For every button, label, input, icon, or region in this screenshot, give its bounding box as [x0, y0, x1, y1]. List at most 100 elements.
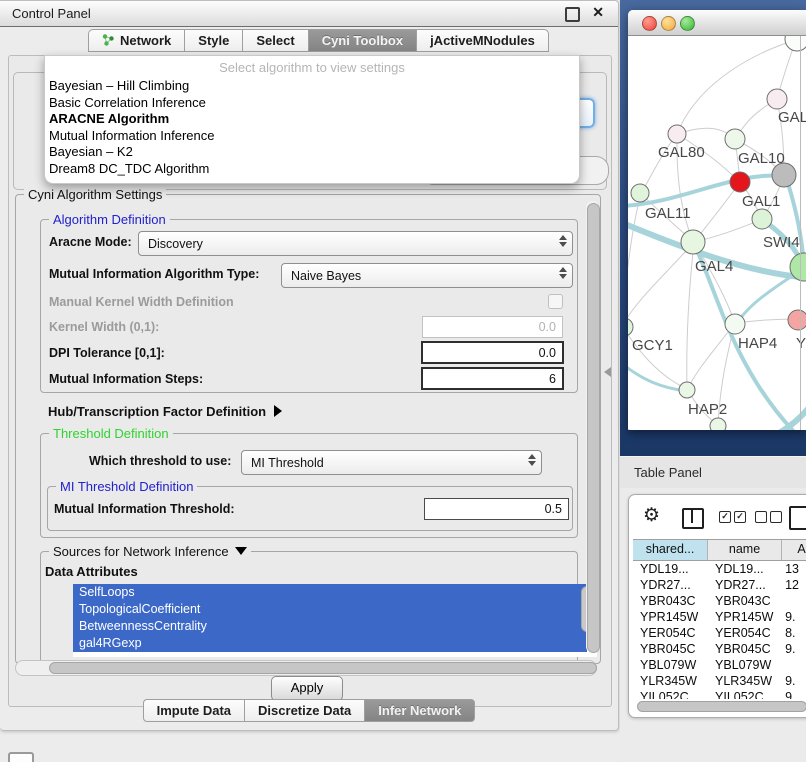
- bottom-tab-infer-network[interactable]: Infer Network: [364, 699, 475, 722]
- tab-cyni-toolbox[interactable]: Cyni Toolbox: [308, 29, 416, 52]
- table-row[interactable]: YDR27...YDR27...12: [633, 577, 806, 593]
- node-top[interactable]: [785, 36, 806, 51]
- node-bottom[interactable]: [710, 418, 726, 430]
- node-gal10[interactable]: [725, 129, 745, 149]
- algorithm-option[interactable]: Dream8 DC_TDC Algorithm: [49, 161, 569, 178]
- node-hap4[interactable]: [725, 314, 745, 334]
- network-edge[interactable]: [628, 326, 687, 389]
- table-row[interactable]: YBL079WYBL079W: [633, 657, 806, 673]
- table-cell[interactable]: 9.: [782, 609, 806, 625]
- network-edge[interactable]: [628, 362, 686, 391]
- bottom-tab-impute-data[interactable]: Impute Data: [143, 699, 244, 722]
- network-edge[interactable]: [687, 242, 694, 389]
- deselect-all-icon[interactable]: [755, 511, 782, 523]
- aracne-mode-select[interactable]: Discovery: [138, 231, 573, 256]
- table-row[interactable]: YDL19...YDL19...13: [633, 561, 806, 577]
- kernel-width-field[interactable]: 0.0: [422, 316, 563, 338]
- column-header[interactable]: A: [782, 540, 806, 560]
- network-window-titlebar[interactable]: [628, 10, 806, 36]
- tab-select[interactable]: Select: [242, 29, 307, 52]
- mi-steps-field[interactable]: 6: [421, 367, 564, 390]
- table-cell[interactable]: [782, 593, 806, 609]
- table-cell[interactable]: YDL19...: [633, 561, 708, 577]
- close-traffic-icon[interactable]: [642, 16, 657, 31]
- control-panel-titlebar[interactable]: Control Panel ✕: [0, 1, 618, 27]
- table-cell[interactable]: YIL052C: [708, 689, 782, 699]
- table-cell[interactable]: 8.: [782, 625, 806, 641]
- attribute-item[interactable]: SelfLoops: [73, 584, 587, 601]
- sources-legend[interactable]: Sources for Network Inference: [49, 544, 251, 559]
- table-cell[interactable]: YBR045C: [633, 641, 708, 657]
- tab-jactivemnodules[interactable]: jActiveMNodules: [416, 29, 549, 52]
- bottom-tab-discretize-data[interactable]: Discretize Data: [244, 699, 364, 722]
- table-cell[interactable]: YLR345W: [633, 673, 708, 689]
- node-hap2[interactable]: [679, 382, 695, 398]
- table-cell[interactable]: 13: [782, 561, 806, 577]
- table-row[interactable]: YBR043CYBR043C: [633, 593, 806, 609]
- attribute-item[interactable]: BetweennessCentrality: [73, 618, 587, 635]
- minimized-panel-icon[interactable]: [8, 752, 34, 762]
- table-row[interactable]: YER054CYER054C8.: [633, 625, 806, 641]
- tab-style[interactable]: Style: [184, 29, 242, 52]
- node-gal1[interactable]: [752, 209, 772, 229]
- attribute-item[interactable]: TopologicalCoefficient: [73, 601, 587, 618]
- table-row[interactable]: YBR045CYBR045C9.: [633, 641, 806, 657]
- split-columns-icon[interactable]: [682, 508, 704, 529]
- network-edge[interactable]: [628, 242, 694, 326]
- table-cell[interactable]: YBL079W: [633, 657, 708, 673]
- manual-kernel-checkbox[interactable]: [548, 294, 563, 309]
- which-threshold-select[interactable]: MI Threshold: [241, 450, 542, 475]
- table-cell[interactable]: YBL079W: [708, 657, 782, 673]
- network-edge[interactable]: [641, 134, 677, 194]
- table-panel-header[interactable]: Table Panel: [620, 456, 806, 489]
- tab-network[interactable]: Network: [88, 29, 184, 52]
- table-cell[interactable]: 9.: [782, 641, 806, 657]
- table-cell[interactable]: YLR345W: [708, 673, 782, 689]
- network-edge[interactable]: [688, 323, 735, 388]
- table-row[interactable]: YLR345WYLR345W9.: [633, 673, 806, 689]
- table-row[interactable]: YPR145WYPR145W9.: [633, 609, 806, 625]
- table-hscrollbar-thumb[interactable]: [637, 701, 806, 712]
- table-cell[interactable]: YER054C: [633, 625, 708, 641]
- table-cell[interactable]: YBR045C: [708, 641, 782, 657]
- algorithm-option[interactable]: Basic Correlation Inference: [49, 95, 569, 112]
- table-cell[interactable]: [782, 657, 806, 673]
- table-settings-gear-icon[interactable]: ⚙: [643, 505, 660, 527]
- node-y[interactable]: [788, 310, 806, 330]
- apply-button[interactable]: Apply: [271, 676, 343, 701]
- table-cell[interactable]: YPR145W: [708, 609, 782, 625]
- network-canvas[interactable]: GALGAL80GAL10GAL1GAL11GAL4SWI4GCY1HAP4YH…: [628, 36, 806, 430]
- table-cell[interactable]: YIL052C: [633, 689, 708, 699]
- algorithm-option[interactable]: Mutual Information Inference: [49, 128, 569, 145]
- select-all-icon[interactable]: ✓✓: [719, 511, 746, 523]
- algorithm-option[interactable]: Bayesian – K2: [49, 144, 569, 161]
- float-icon[interactable]: [565, 7, 580, 22]
- new-table-icon[interactable]: [789, 506, 806, 530]
- column-header[interactable]: shared...: [633, 540, 708, 560]
- dpi-tolerance-field[interactable]: 0.0: [421, 341, 564, 364]
- table-cell[interactable]: YPR145W: [633, 609, 708, 625]
- minimize-traffic-icon[interactable]: [661, 16, 676, 31]
- algorithm-option[interactable]: Bayesian – Hill Climbing: [49, 78, 569, 95]
- node-gal[interactable]: [767, 89, 787, 109]
- table-cell[interactable]: YDR27...: [633, 577, 708, 593]
- table-cell[interactable]: YER054C: [708, 625, 782, 641]
- table-cell[interactable]: YDL19...: [708, 561, 782, 577]
- node-gal4[interactable]: [681, 230, 705, 254]
- table-row[interactable]: YIL052CYIL052C9: [633, 689, 806, 699]
- node-red[interactable]: [730, 172, 750, 192]
- node-gal80[interactable]: [668, 125, 686, 143]
- mi-threshold-field[interactable]: 0.5: [424, 498, 569, 520]
- mi-type-select[interactable]: Naive Bayes: [281, 263, 573, 288]
- attribute-item[interactable]: gal4RGexp: [73, 635, 587, 652]
- settings-hscrollbar-thumb[interactable]: [49, 662, 597, 674]
- node-gal11[interactable]: [631, 184, 649, 202]
- close-icon[interactable]: ✕: [592, 4, 604, 21]
- hub-definition-expander[interactable]: Hub/Transcription Factor Definition: [48, 404, 282, 419]
- network-edge[interactable]: [628, 194, 641, 326]
- settings-vscrollbar-thumb[interactable]: [587, 203, 600, 653]
- table-cell[interactable]: YBR043C: [633, 593, 708, 609]
- table-cell[interactable]: 9: [782, 689, 806, 699]
- column-header[interactable]: name: [708, 540, 782, 560]
- table-cell[interactable]: 12: [782, 577, 806, 593]
